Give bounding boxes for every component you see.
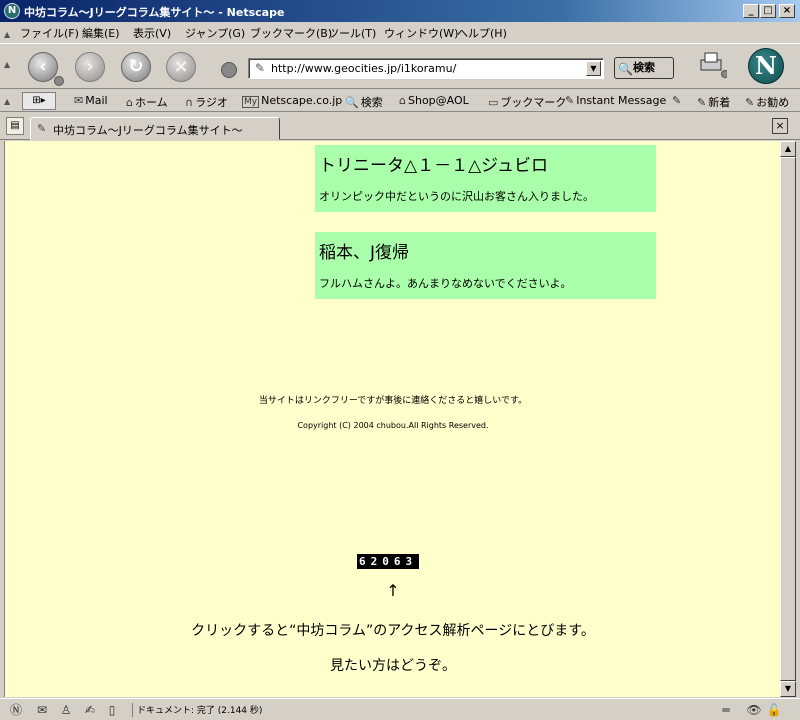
folder-icon: ▭ [488, 96, 499, 109]
composer-icon[interactable]: ✍ [82, 702, 98, 718]
print-icon[interactable] [697, 50, 729, 78]
toolbar-link-icon-only[interactable]: ✎ [672, 94, 683, 107]
page-content: トリニータ△１－１△ジュビロ オリンピック中だというのに沢山お客さん入りました。… [4, 141, 780, 697]
menu-tools[interactable]: ツール(T) [328, 25, 376, 41]
back-dropdown-icon[interactable] [54, 76, 64, 86]
url-history-icon[interactable] [221, 62, 237, 78]
welcome-note: 見たい方はどうぞ。 [330, 658, 456, 674]
browser-window: N 中坊コラム～Jリーグコラム集サイト～ - Netscape _ □ × ▲ … [0, 0, 800, 720]
url-input[interactable]: http://www.geocities.jp/i1koramu/ [271, 62, 456, 75]
news-body: オリンピック中だというのに沢山お客さん入りました。 [319, 190, 594, 203]
toolbar-grip-icon[interactable]: ▲ [4, 97, 10, 106]
aim-icon[interactable]: ♙ [58, 702, 74, 718]
vertical-scrollbar[interactable]: ▲ ▼ [780, 141, 796, 697]
link-icon: ✎ [745, 96, 755, 109]
menu-go[interactable]: ジャンプ(G) [185, 25, 245, 41]
toolbar-mail[interactable]: ✉ Mail [74, 94, 108, 107]
toolbar-radio[interactable]: ∩ ラジオ [185, 94, 228, 110]
shop-icon: ⌂ [399, 94, 406, 107]
link-icon: ✎ [565, 94, 575, 107]
toolbar-home[interactable]: ⌂ ホーム [126, 94, 168, 110]
navigation-toolbar: ▲ ‹ › ↻ × ✎ http://www.geocities.jp/i1ko… [0, 43, 800, 89]
home-toolbar-icon[interactable]: ⊞▸ [22, 92, 56, 110]
connection-icon: ═ [722, 703, 730, 717]
page-proxy-icon[interactable]: ✎ [255, 61, 265, 75]
address-book-icon[interactable]: ▯ [104, 702, 120, 718]
toolbar-new[interactable]: ✎ 新着 [697, 94, 730, 110]
reload-button[interactable]: ↻ [121, 52, 151, 82]
search-icon: 🔍 [345, 96, 359, 109]
menu-help[interactable]: ヘルプ(H) [457, 25, 507, 41]
search-button[interactable]: 🔍 検索 [614, 57, 674, 79]
close-button[interactable]: × [779, 4, 795, 18]
stop-button[interactable]: × [166, 52, 196, 82]
toolbar-grip-icon[interactable]: ▲ [4, 60, 10, 69]
search-button-label: 検索 [633, 61, 655, 74]
menu-file[interactable]: ファイル(F) [20, 25, 79, 41]
mail-icon: ✉ [74, 94, 84, 107]
search-icon: 🔍 [618, 62, 633, 76]
news-title: トリニータ△１－１△ジュビロ [319, 156, 548, 176]
toolbar-bookmarks[interactable]: ▭ ブックマーク [488, 94, 566, 110]
news-body: フルハムさんよ。あんまりなめないでくださいよ。 [319, 277, 572, 290]
url-dropdown-icon[interactable]: ▼ [586, 61, 601, 76]
close-tab-button[interactable]: × [772, 118, 788, 134]
toolbar-recommended[interactable]: ✎ お勧め [745, 94, 789, 110]
navigator-icon[interactable]: Ⓝ [8, 702, 24, 718]
tab-bar: ▤ ✎ 中坊コラム～Jリーグコラム集サイト～ × [0, 113, 800, 140]
title-bar[interactable]: N 中坊コラム～Jリーグコラム集サイト～ - Netscape _ □ × [0, 0, 800, 22]
toolbar-netscape-jp[interactable]: My Netscape.co.jp [242, 94, 342, 108]
my-icon: My [242, 96, 260, 108]
news-title: 稲本、J復帰 [319, 243, 410, 263]
menu-view[interactable]: 表示(V) [133, 25, 171, 41]
netscape-logo[interactable]: N [748, 48, 784, 84]
toolbar-search[interactable]: 🔍 検索 [345, 94, 383, 110]
scroll-down-button[interactable]: ▼ [780, 681, 796, 697]
back-button[interactable]: ‹ [28, 52, 58, 82]
netscape-app-icon[interactable]: N [4, 3, 20, 19]
new-tab-icon[interactable]: ▤ [6, 117, 24, 135]
tab-title: 中坊コラム～Jリーグコラム集サイト～ [53, 124, 243, 137]
forward-button[interactable]: › [75, 52, 105, 82]
personal-toolbar: ▲ ⊞▸ ✉ Mail ⌂ ホーム ∩ ラジオ My Netscape.co.jp 🔍 検… [0, 90, 800, 112]
menu-bookmarks[interactable]: ブックマーク(B) [250, 25, 332, 41]
scroll-thumb[interactable] [780, 157, 796, 681]
news-item: 稲本、J復帰 フルハムさんよ。あんまりなめないでくださいよ。 [315, 232, 656, 299]
status-bar: Ⓝ ✉ ♙ ✍ ▯ ドキュメント: 完了 (2.144 秒) ═ 👁 🔓 [0, 698, 800, 720]
page-icon: ✎ [37, 122, 47, 135]
status-text: ドキュメント: 完了 (2.144 秒) [132, 703, 262, 717]
access-analysis-note: クリックすると“中坊コラム”のアクセス解析ページにとびます。 [191, 623, 595, 639]
toolbar-grip-icon[interactable]: ▲ [4, 30, 10, 39]
link-icon: ✎ [697, 96, 707, 109]
toolbar-shop-aol[interactable]: ⌂ Shop@AOL [399, 94, 469, 107]
news-item: トリニータ△１－１△ジュビロ オリンピック中だというのに沢山お客さん入りました。 [315, 145, 656, 212]
menu-window[interactable]: ウィンドウ(W) [384, 25, 458, 41]
up-arrow-icon: ↑ [386, 581, 400, 600]
menu-edit[interactable]: 編集(E) [82, 25, 120, 41]
link-free-notice: 当サイトはリンクフリーですが事後に連絡くださると嬉しいです。 [258, 396, 528, 406]
access-counter[interactable]: 62063 [357, 554, 420, 569]
maximize-button[interactable]: □ [760, 4, 776, 18]
tab-current[interactable]: ✎ 中坊コラム～Jリーグコラム集サイト～ [30, 117, 280, 140]
menu-bar: ▲ ファイル(F) 編集(E) 表示(V) ジャンプ(G) ブックマーク(B) … [0, 22, 800, 42]
headphones-icon: ∩ [185, 96, 194, 109]
url-bar[interactable]: ✎ http://www.geocities.jp/i1koramu/ ▼ [248, 58, 604, 79]
scroll-up-button[interactable]: ▲ [780, 141, 796, 157]
minimize-button[interactable]: _ [743, 4, 759, 18]
copyright-text: Copyright (C) 2004 chubou.All Rights Res… [297, 421, 489, 430]
security-lock-icon[interactable]: 🔓 [766, 702, 782, 718]
toolbar-instant-message[interactable]: ✎ Instant Message [565, 94, 666, 107]
home-icon: ⌂ [126, 96, 133, 109]
mail-icon[interactable]: ✉ [34, 702, 50, 718]
privacy-icon[interactable]: 👁 [746, 702, 762, 718]
window-title: 中坊コラム～Jリーグコラム集サイト～ - Netscape [24, 6, 285, 19]
link-icon: ✎ [672, 94, 682, 107]
